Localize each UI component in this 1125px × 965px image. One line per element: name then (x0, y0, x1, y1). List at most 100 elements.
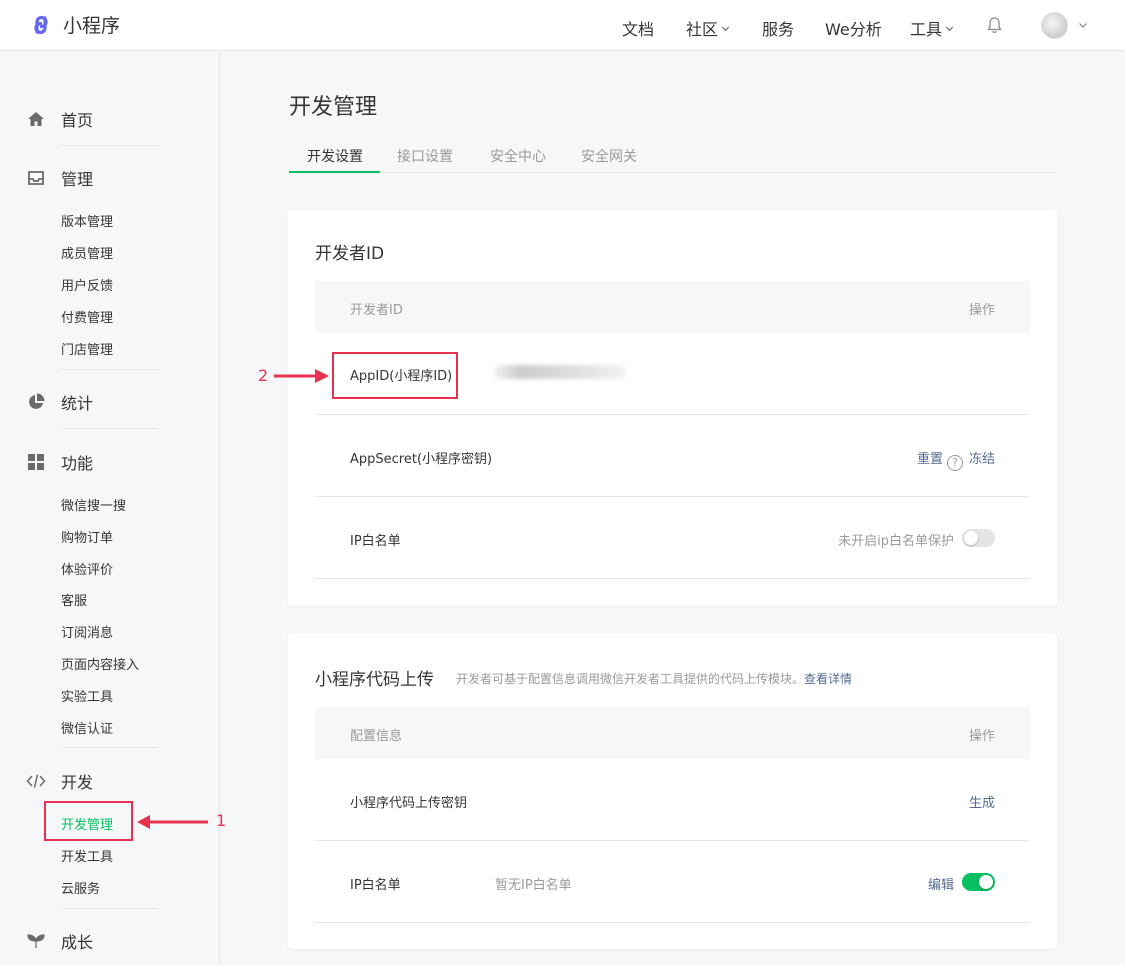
developer-id-card: 开发者ID 开发者ID 操作 AppID(小程序ID) AppSecret(小程… (288, 210, 1057, 606)
table-row-appsecret: AppSecret(小程序密钥) 重置? 冻结 (315, 415, 1030, 497)
sidebar-item-reviews[interactable]: 体验评价 (61, 559, 113, 578)
annotation-box-appid (332, 352, 458, 399)
column-header-config: 配置信息 (350, 729, 403, 744)
upload-ip-toggle[interactable] (962, 873, 995, 891)
table-row-ip-whitelist: IP白名单 未开启ip白名单保护 (315, 497, 1030, 579)
tab-bar: 开发设置 接口设置 安全中心 安全网关 (289, 144, 1056, 173)
freeze-link[interactable]: 冻结 (969, 452, 995, 467)
reset-link[interactable]: 重置 (917, 452, 943, 467)
sidebar-section-label: 管理 (61, 170, 94, 189)
miniprogram-logo-icon (34, 15, 48, 34)
home-icon (28, 112, 44, 126)
sidebar-section-label: 成长 (61, 933, 94, 952)
sidebar-item-wechat-search[interactable]: 微信搜一搜 (61, 495, 126, 514)
sidebar-section-growth[interactable]: 成长 (26, 929, 93, 953)
sidebar-item-customer-service[interactable]: 客服 (61, 590, 87, 609)
sidebar-section-stats[interactable]: 统计 (26, 390, 93, 414)
sidebar-item-version[interactable]: 版本管理 (61, 211, 113, 230)
toggle-knob (964, 531, 978, 545)
nav-analytics[interactable]: We分析 (825, 16, 882, 40)
ip-whitelist-label: IP白名单 (350, 534, 401, 549)
nav-services[interactable]: 服务 (762, 16, 794, 40)
nav-tools-label: 工具 (910, 20, 943, 39)
logo[interactable]: 小程序 (28, 11, 120, 38)
sidebar-section-features[interactable]: 功能 (26, 450, 93, 474)
top-bar: 小程序 文档 社区 服务 We分析 工具 (0, 0, 1125, 51)
card-description: 开发者可基于配置信息调用微信开发者工具提供的代码上传模块。查看详情 (456, 670, 852, 687)
annotation-arrow-icon (137, 815, 208, 829)
inbox-icon (28, 171, 44, 185)
chevron-down-icon (721, 26, 730, 31)
sidebar-item-payment[interactable]: 付费管理 (61, 307, 113, 326)
ip-whitelist-label: IP白名单 (350, 878, 401, 893)
card-title: 开发者ID (315, 244, 385, 264)
generate-link[interactable]: 生成 (969, 792, 995, 811)
sidebar-section-label: 统计 (61, 394, 94, 413)
tab-api-settings[interactable]: 接口设置 (397, 146, 453, 166)
sidebar-section-label: 首页 (61, 111, 94, 130)
upload-key-label: 小程序代码上传密钥 (350, 796, 468, 811)
sidebar-section-manage[interactable]: 管理 (26, 166, 93, 190)
sidebar-item-stores[interactable]: 门店管理 (61, 339, 113, 358)
logo-text: 小程序 (63, 15, 121, 37)
card-title: 小程序代码上传 (315, 670, 434, 690)
tab-dev-settings[interactable]: 开发设置 (307, 146, 363, 166)
sidebar-item-verification[interactable]: 微信认证 (61, 718, 113, 737)
sidebar-item-subscriptions[interactable]: 订阅消息 (61, 622, 113, 641)
active-tab-indicator (289, 171, 380, 173)
sidebar-item-orders[interactable]: 购物订单 (61, 527, 113, 546)
annotation-number-1: 1 (216, 811, 227, 830)
appid-value-redacted (494, 365, 626, 379)
sprout-icon (27, 934, 45, 948)
tab-security-center[interactable]: 安全中心 (490, 146, 546, 166)
table-header: 开发者ID 操作 (315, 281, 1030, 333)
nav-tools[interactable]: 工具 (910, 16, 954, 40)
nav-community[interactable]: 社区 (686, 16, 730, 40)
bell-icon[interactable] (986, 16, 1003, 34)
table-header: 配置信息 操作 (315, 707, 1030, 759)
divider (61, 369, 159, 370)
appsecret-actions: 重置? 冻结 (917, 448, 995, 471)
toggle-knob (979, 875, 993, 889)
nav-docs[interactable]: 文档 (622, 16, 654, 40)
table-row-upload-ip-whitelist: IP白名单 暂无IP白名单 编辑 (315, 841, 1030, 923)
sidebar-section-home[interactable]: 首页 (26, 107, 93, 131)
sidebar-item-page-content[interactable]: 页面内容接入 (61, 654, 139, 673)
ip-whitelist-value: 暂无IP白名单 (495, 878, 572, 893)
sidebar-section-label: 功能 (61, 454, 94, 473)
column-header-actions: 操作 (968, 729, 995, 744)
ip-protection-toggle[interactable] (962, 529, 995, 547)
annotation-number-2: 2 (258, 366, 269, 385)
sidebar-item-cloud[interactable]: 云服务 (61, 878, 100, 897)
divider (61, 747, 159, 748)
avatar[interactable] (1041, 12, 1068, 39)
sidebar-item-experiments[interactable]: 实验工具 (61, 686, 113, 705)
sidebar-item-dev-tools[interactable]: 开发工具 (61, 846, 113, 865)
annotation-arrow-icon (274, 369, 329, 383)
appsecret-label: AppSecret(小程序密钥) (350, 452, 493, 467)
page-title: 开发管理 (289, 95, 378, 120)
tab-security-gateway[interactable]: 安全网关 (581, 146, 637, 166)
code-icon (26, 774, 46, 788)
sidebar-item-feedback[interactable]: 用户反馈 (61, 275, 113, 294)
edit-link[interactable]: 编辑 (928, 874, 954, 893)
card-description-text: 开发者可基于配置信息调用微信开发者工具提供的代码上传模块。 (456, 672, 805, 686)
sidebar-section-develop[interactable]: 开发 (26, 769, 93, 793)
annotation-box-dev-management (44, 801, 133, 841)
column-header-dev-id: 开发者ID (350, 303, 403, 318)
sidebar-section-label: 开发 (61, 773, 94, 792)
grid-icon (28, 454, 44, 470)
column-header-actions: 操作 (968, 303, 995, 318)
ip-protection-status: 未开启ip白名单保护 (838, 534, 954, 549)
view-details-link[interactable]: 查看详情 (804, 672, 852, 686)
chevron-down-icon (945, 26, 954, 31)
help-icon[interactable]: ? (946, 454, 963, 471)
pie-chart-icon (29, 393, 45, 409)
divider (61, 145, 159, 146)
chevron-down-icon[interactable] (1078, 20, 1088, 30)
code-upload-card: 小程序代码上传 开发者可基于配置信息调用微信开发者工具提供的代码上传模块。查看详… (288, 633, 1057, 949)
table-row-upload-key: 小程序代码上传密钥 生成 (315, 759, 1030, 841)
divider (61, 908, 159, 909)
sidebar-item-members[interactable]: 成员管理 (61, 243, 113, 262)
nav-community-label: 社区 (686, 20, 719, 39)
